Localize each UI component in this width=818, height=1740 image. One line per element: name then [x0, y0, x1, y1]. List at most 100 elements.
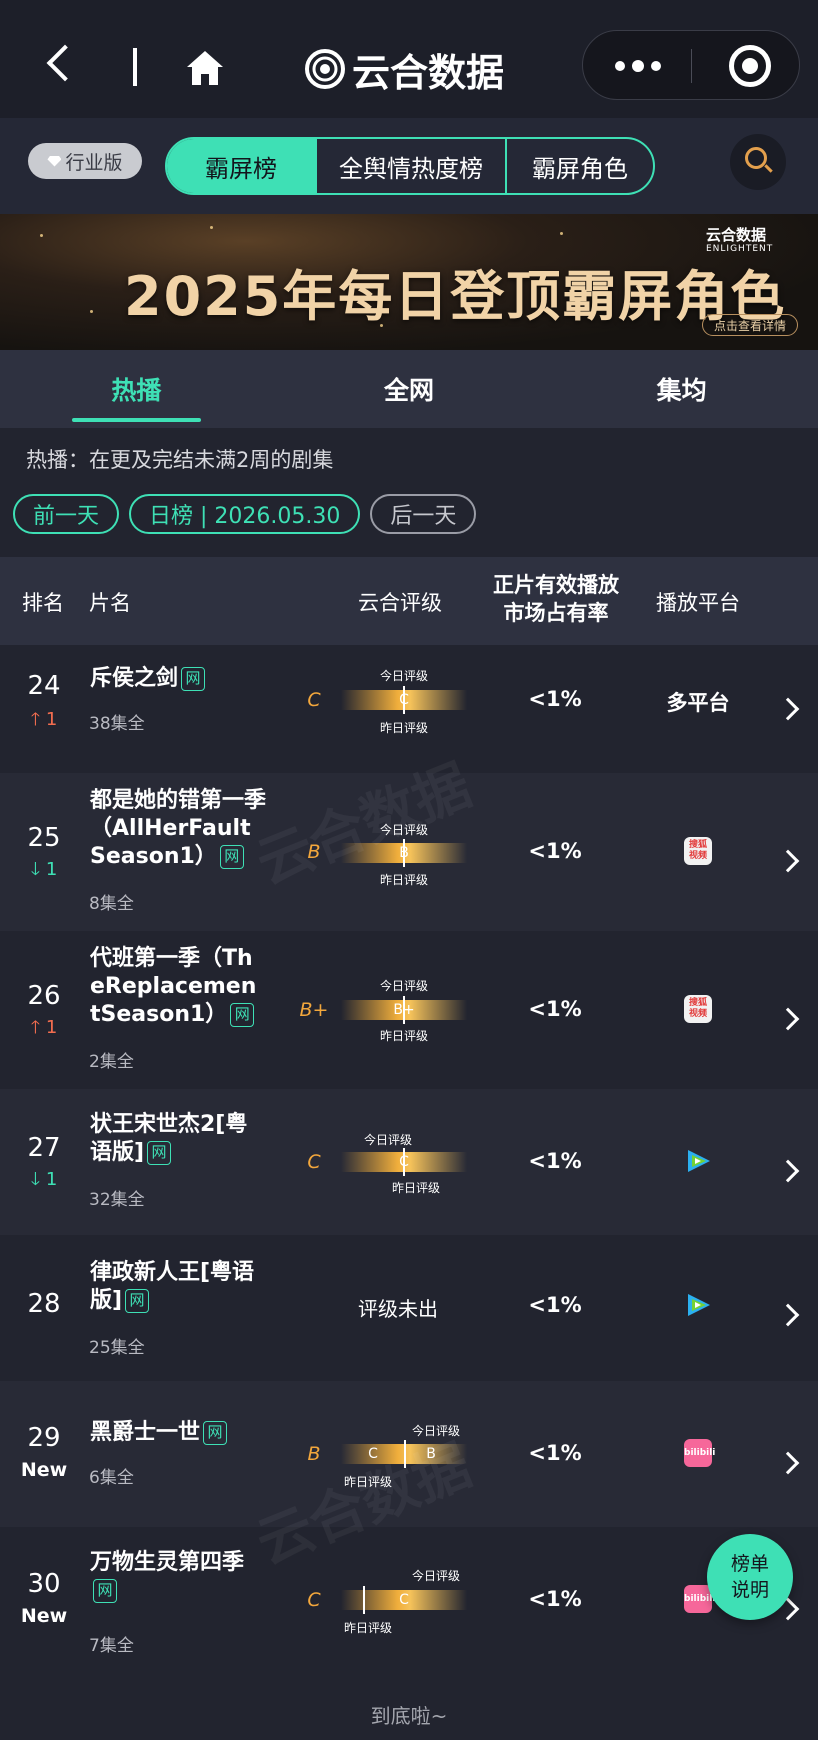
banner-title: 2025年每日登顶霸屏角色: [124, 265, 787, 328]
rating-bar: C: [341, 686, 467, 714]
chevron-right-icon[interactable]: [776, 697, 800, 721]
table-row[interactable]: 28 律政新人王[粤语版] 网 25集全 评级未出 <1%: [0, 1235, 818, 1381]
market-share: <1%: [528, 839, 582, 863]
back-icon[interactable]: [46, 44, 84, 82]
yesterday-rating-label: 昨日评级: [380, 1029, 429, 1043]
segment-dominant-roles[interactable]: 霸屏角色: [507, 139, 653, 193]
chevron-right-icon[interactable]: [776, 1303, 800, 1327]
table-row[interactable]: 25 🡓 1 都是她的错第一季（AllHerFault Season1）网 8集…: [0, 773, 818, 931]
chevron-right-icon[interactable]: [776, 1159, 800, 1183]
today-rating-label: 今日评级: [364, 1133, 413, 1147]
edition-badge[interactable]: 行业版: [28, 143, 142, 179]
market-share: <1%: [528, 1441, 582, 1465]
rank-change: 🡓 1: [18, 1167, 70, 1197]
tab-per-episode[interactable]: 集均: [545, 350, 818, 428]
yesterday-rating-label: 昨日评级: [380, 721, 429, 735]
chevron-right-icon[interactable]: [776, 1007, 800, 1031]
prev-day-button[interactable]: 前一天: [13, 494, 120, 534]
divider: [133, 48, 137, 86]
table-row[interactable]: 26 🡑 1 代班第一季（TheReplacementSeason1）网 2集全…: [0, 931, 818, 1089]
yesterday-rating-label: 昨日评级: [392, 1181, 441, 1195]
current-date-button[interactable]: 日榜 | 2026.05.30: [129, 494, 361, 534]
rating-bar: B: [341, 839, 467, 867]
arrow-down-icon: 🡓: [30, 859, 41, 880]
rating-bar: C B: [341, 1440, 467, 1468]
chevron-right-icon[interactable]: [776, 849, 800, 873]
show-title-text: 斥侯之剑: [90, 666, 179, 691]
yesterday-rating-label: 昨日评级: [380, 873, 429, 887]
episode-count: 6集全: [89, 1468, 134, 1488]
net-series-tag: 网: [230, 1003, 255, 1027]
tencent-video-icon: [688, 1294, 710, 1316]
show-title: 代班第一季（TheReplacementSeason1）网: [90, 945, 260, 1029]
promo-banner[interactable]: 2025年每日登顶霸屏角色 云合数据 ENLIGHTENT 点击查看详情: [0, 214, 818, 350]
brand-logo-icon: [305, 49, 345, 89]
net-series-tag: 网: [219, 845, 244, 869]
rank-number: 29: [27, 1423, 61, 1453]
rating-bar: C: [341, 1148, 467, 1176]
rank-change: 🡑 1: [18, 707, 70, 737]
platform-label: 多平台: [666, 691, 730, 715]
header-rating: 云合评级: [358, 591, 442, 615]
sparkle: [210, 226, 213, 229]
rank-change: 🡑 1: [18, 1015, 70, 1045]
table-row[interactable]: 24 🡑 1 斥侯之剑网 38集全 C 今日评级 C 昨日评级 <1% 多平台: [0, 645, 818, 773]
net-series-tag: 网: [203, 1421, 228, 1445]
rating-bar-grade: C: [399, 692, 409, 708]
capsule-divider: [691, 49, 692, 83]
tab-all-network[interactable]: 全网: [273, 350, 546, 428]
yesterday-rating-label: 昨日评级: [344, 1621, 393, 1635]
rating-bar-grade: B+: [393, 1002, 415, 1018]
market-share: <1%: [528, 1587, 582, 1611]
show-title: 黑爵士一世网: [90, 1419, 270, 1447]
edition-label: 行业版: [65, 151, 123, 174]
yesterday-rating-label: 昨日评级: [344, 1475, 393, 1489]
banner-detail-button[interactable]: 点击查看详情: [702, 314, 798, 336]
next-day-button[interactable]: 后一天: [370, 494, 477, 534]
close-mini-program-icon[interactable]: [729, 45, 771, 87]
search-button[interactable]: [730, 134, 786, 190]
more-icon[interactable]: [615, 60, 661, 72]
home-icon[interactable]: [185, 48, 225, 88]
brand-title: 云合数据: [304, 44, 504, 95]
arrow-up-icon: 🡑: [30, 709, 41, 730]
filter-bar: 行业版 霸屏榜 全舆情热度榜 霸屏角色: [0, 118, 818, 214]
sohu-icon-text: 视频: [688, 851, 707, 861]
header-share-line1: 正片有效播放: [493, 573, 619, 597]
header-title: 片名: [89, 591, 131, 615]
today-rating-label: 今日评级: [380, 823, 429, 837]
segment-public-opinion-heat[interactable]: 全舆情热度榜: [317, 139, 507, 193]
banner-logo: 云合数据 ENLIGHTENT: [706, 228, 773, 256]
rank-change-value: 1: [45, 1017, 58, 1038]
search-icon-handle: [764, 164, 773, 173]
sparkle: [90, 310, 93, 313]
rank-change-value: 1: [45, 1169, 58, 1190]
rating-grade: C: [307, 1589, 321, 1611]
new-entry-badge: New: [20, 1605, 68, 1627]
header-market-share: 正片有效播放 市场占有率: [486, 571, 626, 627]
episode-count: 32集全: [89, 1190, 145, 1210]
segment-screen-dominance[interactable]: 霸屏榜: [167, 139, 317, 193]
show-title: 状王宋世杰2[粤语版] 网: [90, 1111, 260, 1167]
ranking-explanation-button[interactable]: 榜单 说明: [707, 1534, 793, 1620]
chevron-right-icon[interactable]: [776, 1451, 800, 1475]
rank-number: 30: [27, 1569, 61, 1599]
rating-grade: C: [307, 1151, 321, 1173]
rank-number: 24: [27, 671, 61, 701]
rating-not-available: 评级未出: [358, 1297, 438, 1321]
header-rank: 排名: [22, 591, 64, 615]
rating-bar: B+: [341, 996, 467, 1024]
today-rating-label: 今日评级: [412, 1569, 461, 1583]
show-title: 都是她的错第一季（AllHerFault Season1）网: [90, 787, 270, 871]
table-row[interactable]: 30 New 万物生灵第四季网 7集全 C 今日评级 C 昨日评级 <1% bi…: [0, 1527, 818, 1673]
end-of-list-text: 到底啦~: [370, 1704, 448, 1728]
table-row[interactable]: 29 New 黑爵士一世网 6集全 B 今日评级 C B 昨日评级 <1% bi…: [0, 1381, 818, 1527]
table-row[interactable]: 27 🡓 1 状王宋世杰2[粤语版] 网 32集全 C 今日评级 C 昨日评级 <…: [0, 1089, 818, 1235]
new-entry-badge: New: [20, 1459, 68, 1481]
rank-number: 26: [27, 981, 61, 1011]
tencent-video-icon: [688, 1150, 710, 1172]
tab-hot[interactable]: 热播: [0, 350, 273, 428]
sohu-icon-text: 搜狐: [688, 998, 707, 1008]
sohu-icon-text: 视频: [688, 1009, 707, 1019]
banner-logo-en: ENLIGHTENT: [706, 244, 774, 254]
